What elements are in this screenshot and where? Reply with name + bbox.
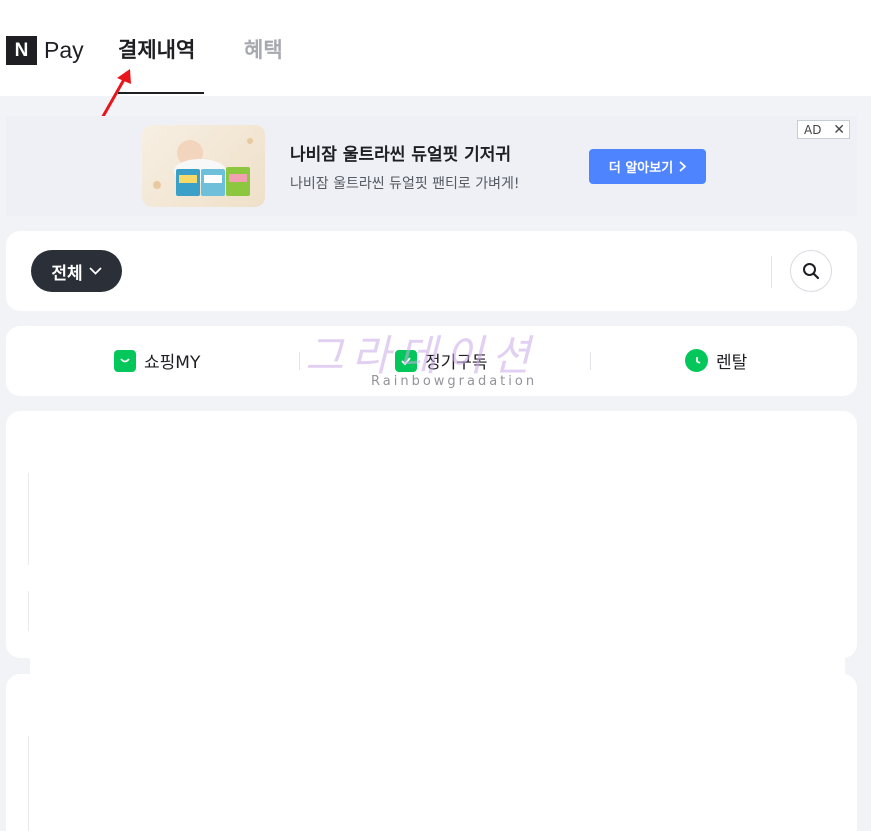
service-subscription[interactable]: 정기구독 <box>395 348 488 373</box>
ad-banner[interactable]: 나비잠 울트라씬 듀얼핏 기저귀 나비잠 울트라씬 듀얼핏 팬티로 가벼게! 더… <box>6 116 857 216</box>
chevron-right-icon <box>679 161 687 172</box>
ad-badge: AD ✕ <box>797 120 850 139</box>
service-label: 정기구독 <box>425 353 488 373</box>
service-label: 렌탈 <box>716 353 748 373</box>
logo-mark: N <box>6 36 37 65</box>
chevron-down-icon <box>89 267 102 275</box>
service-rental[interactable]: 렌탈 <box>685 348 747 373</box>
card-faint-line <box>28 736 29 831</box>
shopping-bag-icon <box>114 349 136 372</box>
card-faint-line <box>28 473 29 565</box>
ad-subtitle: 나비잠 울트라씬 듀얼핏 팬티로 가벼게! <box>290 176 520 192</box>
service-label: 쇼핑MY <box>144 353 201 373</box>
service-divider <box>590 352 591 370</box>
service-divider <box>299 352 300 370</box>
filter-bar: 전체 <box>6 231 857 311</box>
card-faint-line <box>28 591 29 631</box>
service-shopping-my[interactable]: 쇼핑MY <box>114 348 200 373</box>
ad-button-label: 더 알아보기 <box>608 161 674 176</box>
category-filter-dropdown[interactable]: 전체 <box>31 250 122 292</box>
check-box-icon <box>395 349 417 372</box>
clock-icon <box>685 349 708 372</box>
filter-divider <box>771 256 772 288</box>
ad-learn-more-button[interactable]: 더 알아보기 <box>589 149 706 184</box>
npay-logo[interactable]: N Pay <box>6 36 84 65</box>
service-shortcuts: 쇼핑MY 정기구독 렌탈 <box>6 326 857 396</box>
tab-payment-history[interactable]: 결제내역 <box>118 34 195 64</box>
tab-benefits[interactable]: 혜택 <box>244 34 283 64</box>
search-button[interactable] <box>790 250 832 292</box>
search-icon <box>803 263 820 280</box>
ad-product-image[interactable] <box>142 125 265 207</box>
ad-close-icon[interactable]: ✕ <box>833 122 845 138</box>
ad-title: 나비잠 울트라씬 듀얼핏 기저귀 <box>290 145 512 165</box>
payment-history-card <box>6 674 857 831</box>
logo-text: Pay <box>44 37 84 63</box>
payment-history-card <box>6 411 857 658</box>
ad-badge-label: AD <box>804 122 822 137</box>
category-filter-label: 전체 <box>51 263 83 284</box>
